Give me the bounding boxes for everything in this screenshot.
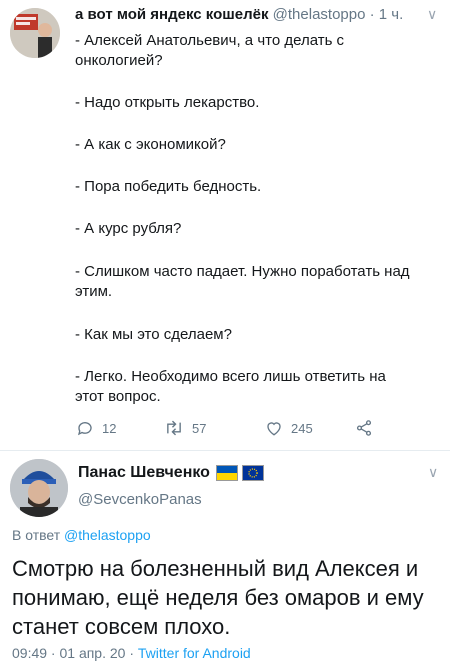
divider <box>0 450 450 451</box>
quoted-tweet-line: - Надо открыть лекарство. <box>75 94 260 111</box>
quoted-author-avatar[interactable] <box>10 8 60 58</box>
like-count: 245 <box>291 420 313 436</box>
quoted-tweet-line: - Пора победить бедность. <box>75 178 262 195</box>
replying-to: В ответ @thelastoppo <box>12 527 151 543</box>
quoted-tweet-line: этим. <box>75 283 113 300</box>
quoted-tweet-line: - Легко. Необходимо всего лишь ответить … <box>75 368 386 385</box>
reply-author-name-row[interactable]: Панас Шевченко <box>78 464 264 482</box>
chevron-down-icon[interactable]: ∨ <box>427 6 437 23</box>
reply-author-handle[interactable]: @SevcenkoPanas <box>78 491 202 508</box>
tweet-client-link[interactable]: Twitter for Android <box>138 645 251 661</box>
reply-text-line: понимаю, ещё неделя без омаров и ему <box>12 585 424 610</box>
ukraine-flag-icon <box>215 465 238 481</box>
reply-button[interactable]: 12 <box>76 417 116 439</box>
reply-icon <box>77 422 92 436</box>
quoted-author-name[interactable]: а вот мой яндекс кошелёк <box>75 6 268 23</box>
quoted-tweet-header: а вот мой яндекс кошелёк @thelastoppo · … <box>75 6 403 23</box>
reply-author-name[interactable]: Панас Шевченко <box>78 464 210 482</box>
heart-icon <box>267 422 281 436</box>
separator-dot: · <box>369 6 379 23</box>
quoted-tweet-line: - Как мы это сделаем? <box>75 326 232 343</box>
reply-author-avatar[interactable] <box>10 459 68 517</box>
chevron-down-icon[interactable]: ∨ <box>428 464 438 481</box>
share-icon <box>356 420 372 436</box>
quoted-tweet-line: - Алексей Анатольевич, а что делать с <box>75 32 345 49</box>
quoted-tweet-line: - Слишком часто падает. Нужно поработать… <box>75 263 410 280</box>
quoted-tweet-time[interactable]: 1 ч. <box>379 6 404 23</box>
reply-to-handle-link[interactable]: @thelastoppo <box>64 527 151 543</box>
reply-count: 12 <box>102 420 117 436</box>
reply-to-prefix: В ответ <box>12 527 61 543</box>
quoted-tweet-line: - А как с экономикой? <box>75 136 226 153</box>
tweet-meta: 09:49 · 01 апр. 20 · Twitter for Android <box>12 645 251 661</box>
eu-flag-icon <box>241 465 264 481</box>
tweet-datetime[interactable]: 09:49 · 01 апр. 20 · <box>12 645 138 661</box>
like-button[interactable]: 245 <box>265 417 313 439</box>
reply-text-line: Смотрю на болезненный вид Алексея и <box>12 556 419 581</box>
quoted-tweet-line: этот вопрос. <box>75 388 161 405</box>
quoted-tweet-line: онкологией? <box>75 52 163 69</box>
reply-text-line: станет совсем плохо. <box>12 614 231 639</box>
retweet-icon <box>167 420 181 436</box>
quoted-tweet-line: - А курс рубля? <box>75 220 182 237</box>
retweet-button[interactable]: 57 <box>164 417 206 439</box>
share-button[interactable] <box>355 417 381 439</box>
quoted-author-handle[interactable]: @thelastoppo <box>273 6 366 23</box>
retweet-count: 57 <box>192 420 207 436</box>
